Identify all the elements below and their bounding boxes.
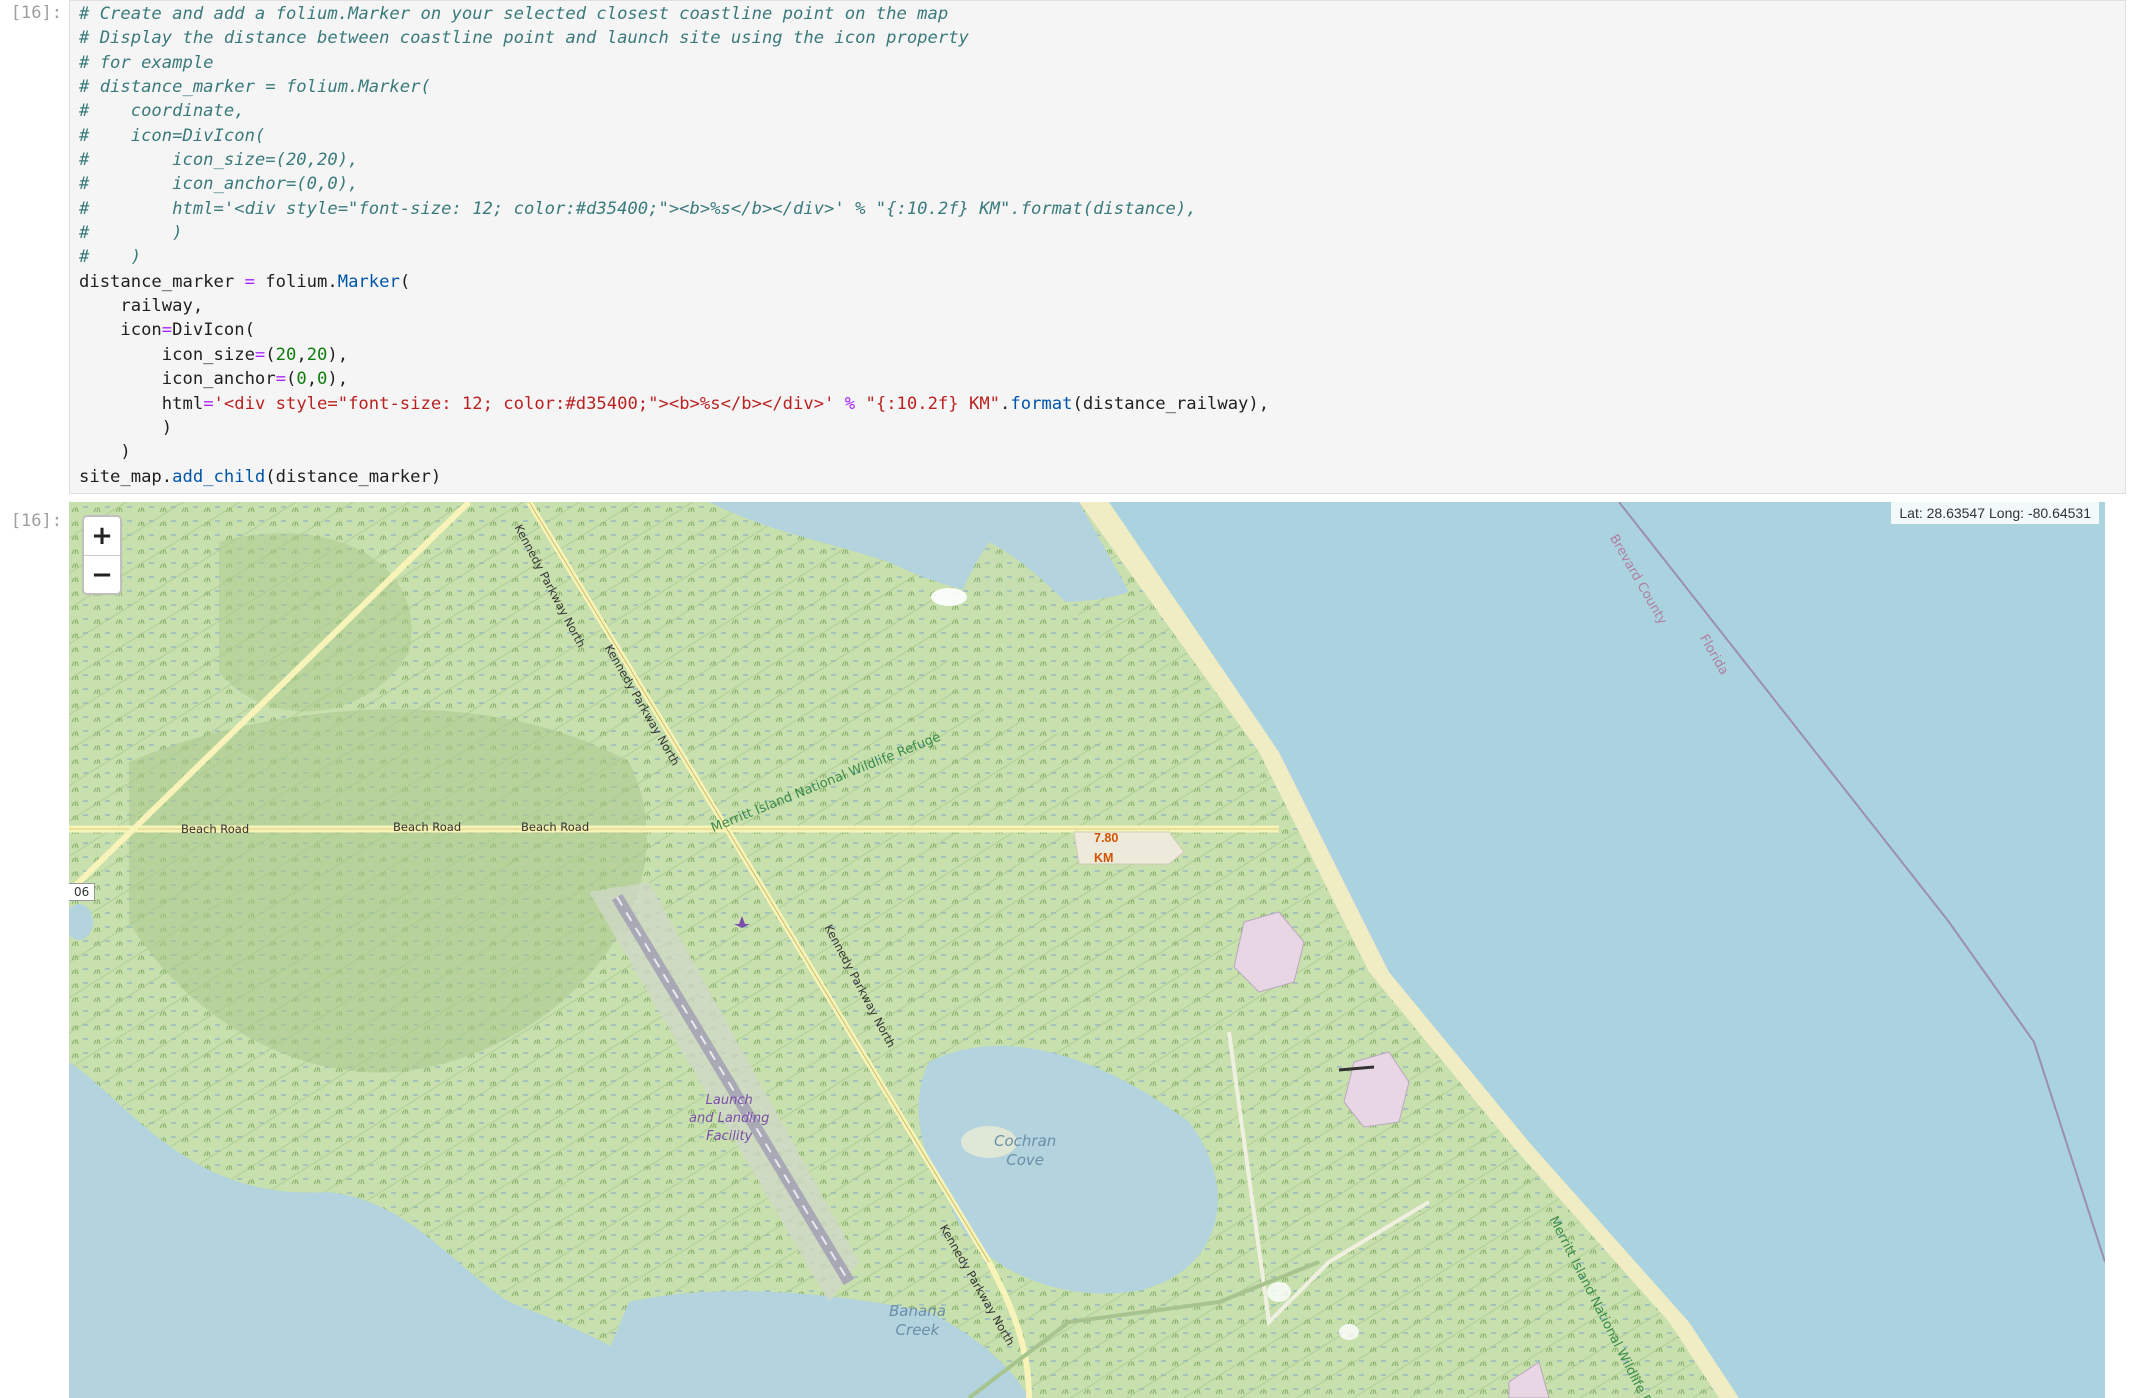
code-line: icon_anchor=(0,0), bbox=[79, 369, 349, 390]
zoom-control: + − bbox=[82, 515, 122, 595]
code-line: # for example bbox=[79, 52, 214, 73]
code-line: # distance_marker = folium.Marker( bbox=[79, 77, 431, 98]
road-label: Beach Road bbox=[181, 822, 250, 836]
facility-label: Launch and Landing Facility bbox=[689, 1093, 770, 1144]
code-line: icon_size=(20,20), bbox=[79, 344, 349, 365]
code-line: # Display the distance between coastline… bbox=[79, 28, 969, 49]
code-line: # Create and add a folium.Marker on your… bbox=[79, 4, 949, 24]
code-line: icon=DivIcon( bbox=[79, 320, 255, 341]
latitude-readout: Lat: 28.63547 bbox=[1899, 505, 1986, 521]
code-line: # coordinate, bbox=[79, 101, 245, 122]
code-line: # icon=DivIcon( bbox=[79, 125, 266, 146]
folium-map[interactable]: Beach Road Beach Road Beach Road Kennedy… bbox=[69, 502, 2105, 1398]
code-line: railway, bbox=[79, 296, 204, 317]
code-line: html='<div style="font-size: 12; color:#… bbox=[79, 393, 1270, 414]
code-line: # icon_anchor=(0,0), bbox=[79, 174, 359, 195]
input-prompt: [16]: bbox=[10, 3, 62, 23]
code-cell[interactable]: # Create and add a folium.Marker on your… bbox=[69, 0, 2126, 494]
road-label: Beach Road bbox=[521, 820, 590, 834]
creek-label: Banana Creek bbox=[889, 1302, 946, 1339]
cove-label: Cochran Cove bbox=[994, 1132, 1057, 1169]
output-prompt: [16]: bbox=[10, 511, 62, 531]
code-line: # html='<div style="font-size: 12; color… bbox=[79, 198, 1197, 219]
map-tiles bbox=[69, 502, 2105, 1398]
code-line: ) bbox=[79, 442, 131, 463]
code-line: ) bbox=[79, 417, 173, 438]
road-shield-badge: 06 bbox=[69, 883, 96, 901]
code-editor[interactable]: # Create and add a folium.Marker on your… bbox=[79, 2, 1269, 489]
longitude-readout: Long: -80.64531 bbox=[1989, 505, 2091, 521]
road-label: Beach Road bbox=[393, 820, 462, 834]
mouse-position-readout: Lat: 28.63547 Long: -80.64531 bbox=[1891, 502, 2099, 524]
code-line: site_map.add_child(distance_marker) bbox=[79, 466, 442, 487]
code-line: # ) bbox=[79, 223, 183, 244]
zoom-out-button[interactable]: − bbox=[84, 555, 120, 593]
code-line: # ) bbox=[79, 247, 142, 268]
code-line: # icon_size=(20,20), bbox=[79, 150, 359, 171]
code-line: distance_marker = folium.Marker( bbox=[79, 271, 411, 292]
zoom-in-button[interactable]: + bbox=[84, 517, 120, 555]
distance-marker[interactable]: 7.80 KM bbox=[1094, 828, 1134, 868]
